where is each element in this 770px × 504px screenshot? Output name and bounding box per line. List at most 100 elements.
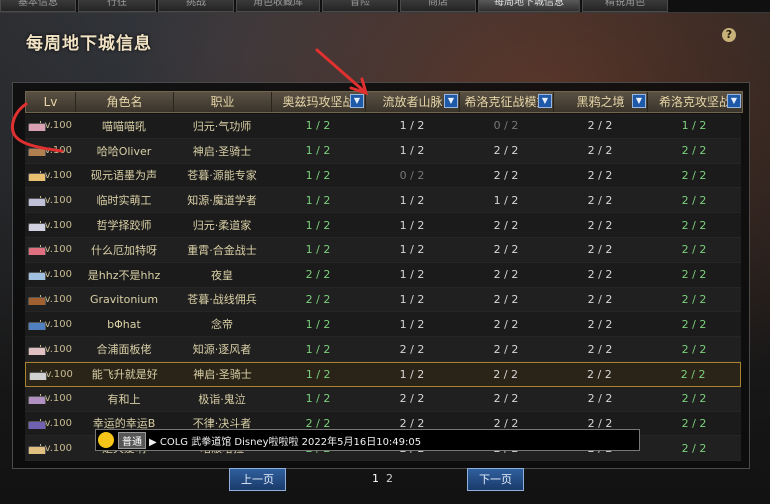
dungeon-progress-cell: 1 / 2 (399, 144, 425, 158)
chevron-down-icon[interactable]: ▼ (727, 94, 741, 108)
dungeon-progress-cell: 2 / 2 (681, 243, 707, 257)
dungeon-progress-cell: 1 / 2 (399, 243, 425, 257)
col-name-label: 角色名 (106, 95, 143, 109)
level-cell: Lv.100 (25, 418, 75, 429)
dungeon-progress-cell: 2 / 2 (587, 243, 613, 257)
table-row[interactable]: Lv.100 合浦面板佬 知源·逐风者 1 / 2 2 / 2 2 / 2 2 / 2 2 /… (25, 337, 741, 362)
dungeon-progress-cell: 0 / 2 (399, 168, 425, 182)
character-avatar-icon (28, 396, 46, 405)
table-row[interactable]: Lv.100 有和上 极诣·鬼泣 1 / 2 2 / 2 2 / 2 2 / 2 2 / 2 (25, 386, 741, 412)
dungeon-progress-cell: 2 / 2 (587, 268, 613, 282)
col-header-siroco-raid: 希洛克攻坚战 ▼ (648, 92, 742, 112)
chevron-down-icon[interactable]: ▼ (538, 94, 552, 108)
page-2-link[interactable]: 2 (386, 472, 393, 485)
dungeon-progress-cell: 2 / 2 (681, 218, 707, 232)
prev-page-button[interactable]: 上一页 (229, 468, 286, 491)
tab-adventure[interactable]: 冒险 (322, 0, 398, 12)
dungeon-progress-cell: 1 / 2 (305, 317, 331, 331)
table-header: Lv 角色名 职业 奥兹玛攻坚战 ▼ 流放者山脉 ▼ 希洛克征战模式 ▼ 黑鸦之境 ▼ … (25, 91, 743, 113)
character-name: 能飞升就是好 (91, 368, 158, 382)
tab-basic-info[interactable]: 基本信息 (0, 0, 76, 12)
col-exile-label: 流放者山脉 (382, 95, 443, 109)
character-avatar-icon (28, 197, 46, 206)
table-row[interactable]: Lv.100 临时实萌工 知源·魔道学者 1 / 2 1 / 2 1 / 2 2 / 2 2 … (25, 188, 741, 214)
chevron-down-icon[interactable]: ▼ (350, 94, 364, 108)
page-title: 每周地下城信息 (26, 34, 152, 54)
dungeon-progress-cell: 1 / 2 (305, 168, 331, 182)
table-row[interactable]: Lv.100 是hhz不是hhz 夜皇 2 / 2 1 / 2 2 / 2 2 / 2 2 /… (25, 262, 741, 288)
table-row[interactable]: Lv.100 Gravitonium 苍暮·战线佣兵 2 / 2 1 / 2 2 / 2 2… (25, 287, 741, 313)
dungeon-progress-cell: 1 / 2 (399, 193, 425, 207)
tab-elite-character[interactable]: 精锐角色 (582, 0, 668, 12)
dungeon-progress-cell: 2 / 2 (587, 144, 613, 158)
tab-shop[interactable]: 商店 (400, 0, 476, 12)
table-row[interactable]: Lv.100 什么厄加特呀 重霄·合金战士 1 / 2 1 / 2 2 / 2 2 / 2 2… (25, 237, 741, 263)
help-icon[interactable]: ? (722, 28, 736, 42)
dungeon-progress-cell: 2 / 2 (493, 168, 519, 182)
dungeon-progress-cell: 2 / 2 (681, 268, 707, 282)
table-row[interactable]: Lv.100 哲学择跤师 归元·柔道家 1 / 2 1 / 2 2 / 2 2 / 2 2 /… (25, 213, 741, 238)
table-row[interactable]: Lv.100 bΦhat 念帝 1 / 2 1 / 2 2 / 2 2 / 2 2 / 2 (25, 312, 741, 338)
level-cell: Lv.100 (25, 269, 75, 281)
dungeon-progress-cell: 2 / 2 (305, 416, 331, 430)
table-row[interactable]: Lv.100 砚元语墨为声 苍暮·源能专家 1 / 2 0 / 2 2 / 2 2 / 2 2… (25, 163, 741, 189)
character-name: 有和上 (107, 392, 141, 406)
character-avatar-icon (28, 172, 46, 181)
dungeon-progress-cell: 1 / 2 (399, 268, 425, 282)
level-cell: Lv.100 (25, 195, 75, 206)
character-job: 极诣·鬼泣 (198, 392, 246, 406)
table-row[interactable]: Lv.100 哈哈Oliver 神启·圣骑士 1 / 2 1 / 2 2 / 2 2 / 2… (25, 138, 741, 164)
character-avatar-icon (28, 321, 46, 330)
dungeon-progress-cell: 2 / 2 (680, 367, 706, 381)
dungeon-progress-cell: 2 / 2 (681, 292, 707, 306)
pagination: 上一页 1 2 下一页 (0, 468, 770, 492)
character-job: 苍暮·战线佣兵 (187, 293, 257, 307)
col-header-name: 角色名 (76, 92, 174, 112)
table-row[interactable]: Lv.100 喵喵喵吼 归元·气功师 1 / 2 1 / 2 0 / 2 2 / 2 1 / … (25, 114, 741, 139)
col-header-job: 职业 (174, 92, 272, 112)
dungeon-progress-cell: 2 / 2 (587, 292, 613, 306)
character-name: 哲学择跤师 (96, 219, 152, 233)
level-cell: Lv.100 (25, 393, 75, 405)
dungeon-progress-cell: 2 / 2 (681, 441, 707, 455)
dungeon-progress-cell: 2 / 2 (587, 119, 613, 133)
dungeon-progress-cell: 2 / 2 (305, 268, 331, 282)
level-cell: Lv.100 (25, 170, 75, 181)
chevron-down-icon[interactable]: ▼ (444, 94, 458, 108)
dungeon-progress-cell: 2 / 2 (587, 218, 613, 232)
col-job-label: 职业 (210, 95, 235, 109)
dungeon-progress-cell: 2 / 2 (681, 342, 707, 356)
table-row[interactable]: Lv.100 能飞升就是好 神启·圣骑士 1 / 2 1 / 2 2 / 2 2 / 2 2 … (25, 361, 741, 387)
dungeon-progress-cell: 2 / 2 (493, 317, 519, 331)
dungeon-progress-cell: 1 / 2 (681, 119, 707, 133)
character-avatar-icon (28, 247, 46, 256)
page-1-link[interactable]: 1 (372, 472, 379, 485)
character-name: 哈哈Oliver (96, 144, 152, 158)
channel-badge: 普通 (118, 431, 146, 449)
dungeon-progress-cell: 2 / 2 (493, 416, 519, 430)
tab-challenge[interactable]: 挑战 (158, 0, 234, 12)
chevron-down-icon[interactable]: ▼ (632, 94, 646, 108)
col-header-siroco-expedition: 希洛克征战模式 ▼ (460, 92, 554, 112)
dungeon-progress-cell: 1 / 2 (399, 317, 425, 331)
tab-weekly-dungeon[interactable]: 每周地下城信息 (478, 0, 580, 12)
character-avatar-icon (28, 148, 46, 157)
character-name: 喵喵喵吼 (102, 119, 146, 133)
dungeon-progress-cell: 1 / 2 (305, 243, 331, 257)
dungeon-progress-cell: 2 / 2 (493, 292, 519, 306)
dungeon-progress-cell: 2 / 2 (587, 317, 613, 331)
level-cell: Lv.100 (25, 443, 75, 454)
level-cell: Lv.100 (25, 244, 75, 256)
dungeon-progress-cell: 1 / 2 (305, 193, 331, 207)
next-page-button[interactable]: 下一页 (467, 468, 524, 491)
dungeon-progress-cell: 1 / 2 (493, 193, 519, 207)
tab-xingwang[interactable]: 行往 (78, 0, 156, 12)
chat-tooltip: 普通 ▶ COLG 武拳道馆 Disney啦啦啦 2022年5月16日10:49… (95, 429, 640, 451)
tab-character-collection[interactable]: 角色收藏库 (236, 0, 320, 12)
character-job: 神启·圣骑士 (193, 368, 252, 382)
col-lv-label: Lv (43, 95, 58, 109)
character-avatar-icon (28, 445, 46, 454)
dungeon-progress-cell: 2 / 2 (399, 416, 425, 430)
col-header-black-crow: 黑鸦之境 ▼ (554, 92, 648, 112)
chat-message: ▶ COLG 武拳道馆 Disney啦啦啦 2022年5月16日10:49:05 (149, 436, 422, 448)
